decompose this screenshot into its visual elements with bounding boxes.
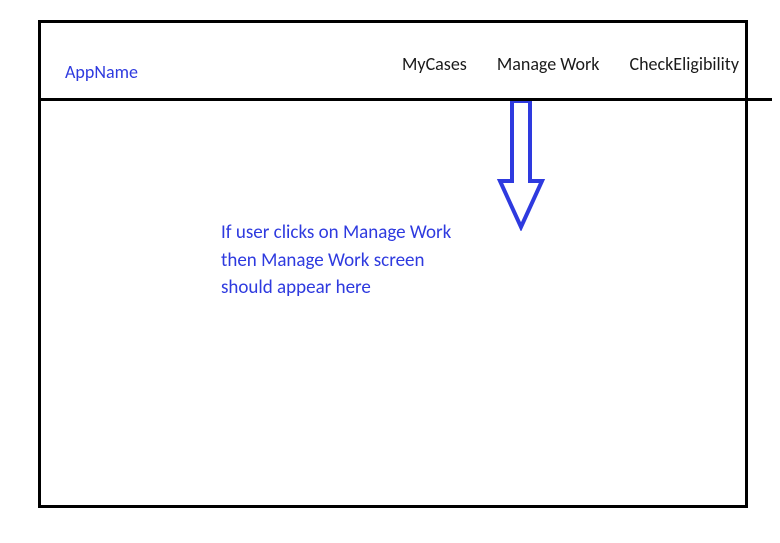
content-description: If user clicks on Manage Work then Manag… xyxy=(221,219,466,302)
nav-container: MyCases Manage Work CheckEligibility xyxy=(402,53,739,75)
nav-manage-work[interactable]: Manage Work xyxy=(497,53,600,75)
nav-check-eligibility[interactable]: CheckEligibility xyxy=(630,53,740,75)
app-name-label: AppName xyxy=(65,61,138,83)
nav-mycases[interactable]: MyCases xyxy=(402,53,467,75)
header-bar: AppName MyCases Manage Work CheckEligibi… xyxy=(41,23,745,101)
border-extension xyxy=(748,98,772,101)
down-arrow-icon xyxy=(496,101,546,236)
content-area: If user clicks on Manage Work then Manag… xyxy=(41,101,745,505)
wireframe-frame: AppName MyCases Manage Work CheckEligibi… xyxy=(38,20,748,508)
